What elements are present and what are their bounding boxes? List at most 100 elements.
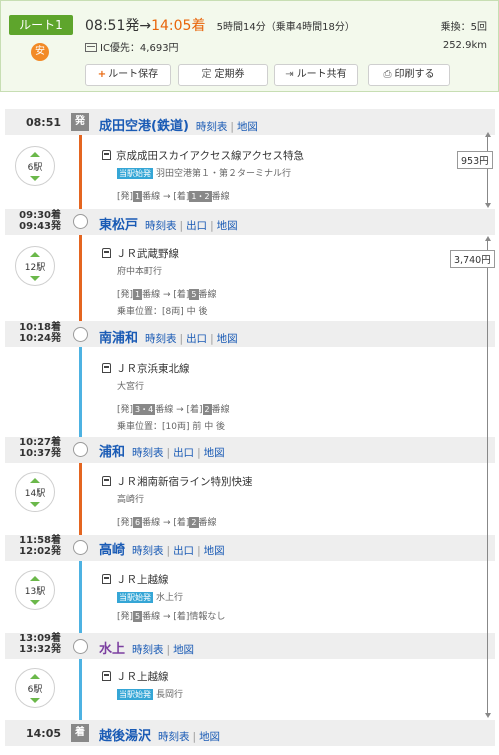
station-time: 11:58着 12:02発 <box>5 535 61 557</box>
arrival-time: 11:58着 <box>19 535 61 546</box>
train-line-label: ＪＲ上越線 <box>116 574 169 586</box>
print-button[interactable]: ⎙ 印刷する <box>368 64 450 86</box>
fare-range-line <box>487 240 488 714</box>
train-line-label: 京成成田スカイアクセス線アクセス特急 <box>116 150 304 162</box>
exit-link[interactable]: 出口 <box>173 447 194 459</box>
dep-track: 5 <box>133 611 143 622</box>
arrival-time: 09:30着 <box>19 210 61 221</box>
arrival-time: 13:09着 <box>19 633 61 644</box>
stop-count-toggle[interactable]: 14駅 <box>15 472 55 512</box>
departure-time: 09:43発 <box>19 221 61 232</box>
segment-details: 京成成田スカイアクセス線アクセス特急 当駅始発 羽田空港第１・第２ターミナル行 [… <box>102 148 304 202</box>
station-name-link[interactable]: 浦和 <box>99 445 125 460</box>
arrow-icon: → <box>139 18 152 34</box>
line-segment-shonan-shinjuku <box>79 449 82 547</box>
departure-time: 10:37発 <box>19 448 61 459</box>
map-link[interactable]: 地図 <box>237 121 258 133</box>
train-line-name: ＪＲ上越線 <box>102 572 225 587</box>
map-link[interactable]: 地図 <box>217 220 238 232</box>
share-route-label: ルート共有 <box>296 69 347 80</box>
timetable-link[interactable]: 時刻表 <box>132 644 164 656</box>
track-mid: 番線 → [着] <box>142 192 190 202</box>
origin-badge: 当駅始発 <box>117 592 153 603</box>
map-link[interactable]: 地図 <box>173 644 194 656</box>
exit-link[interactable]: 出口 <box>186 220 207 232</box>
link-separator: | <box>197 447 201 459</box>
station-time: 13:09着 13:32発 <box>5 633 61 655</box>
boarding-position: 乗車位置：[10両] 前 中 後 <box>117 422 226 432</box>
timetable-link[interactable]: 時刻表 <box>132 545 164 557</box>
segment-details: ＪＲ上越線 当駅始発 水上行 [発] 5 番線 → [着]情報なし <box>102 572 225 622</box>
dep-track: 1 <box>133 289 143 300</box>
fare-range-line <box>487 136 488 204</box>
timetable-link[interactable]: 時刻表 <box>132 447 164 459</box>
destination-label: 長岡行 <box>156 690 184 700</box>
stop-count-toggle[interactable]: 6駅 <box>15 668 55 708</box>
link-separator: | <box>210 220 214 232</box>
station-name: 南浦和 時刻表 | 出口 | 地図 <box>99 327 238 346</box>
dep-label: [発] <box>117 518 134 528</box>
station-name: 成田空港(鉄道) 時刻表 | 地図 <box>99 115 258 134</box>
timetable-link[interactable]: 時刻表 <box>145 333 177 345</box>
track-info: [発] 1 番線 → [着] 5 番線 <box>102 287 217 300</box>
plus-icon: + <box>97 69 107 80</box>
train-icon <box>102 248 111 258</box>
station-name-link[interactable]: 東松戸 <box>99 218 138 233</box>
arr-track: 5 <box>189 289 199 300</box>
station-name-link[interactable]: 成田空港(鉄道) <box>99 119 189 134</box>
segment-details: ＪＲ湘南新宿ライン特別快速 高崎行 [発] 6 番線 → [着] 2 番線 <box>102 474 253 528</box>
fare-range-end-icon <box>485 203 491 208</box>
exit-link[interactable]: 出口 <box>186 333 207 345</box>
stop-count-toggle[interactable]: 6駅 <box>15 146 55 186</box>
save-route-button[interactable]: + ルート保存 <box>85 64 171 86</box>
station-name-link[interactable]: 高崎 <box>99 543 125 558</box>
link-separator: | <box>166 644 171 656</box>
station-circle <box>73 327 88 342</box>
route-easy-icon: 安 <box>31 43 49 61</box>
fare-amount: 953円 <box>457 151 493 169</box>
train-destination: 当駅始発 長岡行 <box>102 687 183 700</box>
boarding-position: 乗車位置：[8両] 中 後 <box>117 307 208 317</box>
fare-range-start-icon <box>485 132 491 137</box>
station-time: 14:05 <box>25 727 61 740</box>
transfer-count: 乗換：5回 <box>440 22 487 33</box>
share-route-button[interactable]: ⇥ ルート共有 <box>274 64 358 86</box>
station-circle <box>73 639 88 654</box>
segment-details: ＪＲ京浜東北線 大宮行 [発] 3・4 番線 → [着] 2 番線 乗車位置：[10両]… <box>102 361 230 432</box>
track-mid: 番線 → [着] <box>142 290 190 300</box>
timetable-link[interactable]: 時刻表 <box>158 731 190 743</box>
station-name-link[interactable]: 越後湯沢 <box>99 729 151 744</box>
map-link[interactable]: 地図 <box>199 731 220 743</box>
chevron-down-icon <box>30 176 40 181</box>
station-name: 東松戸 時刻表 | 出口 | 地図 <box>99 214 238 233</box>
train-line-name: ＪＲ上越線 <box>102 669 183 684</box>
station-name-link[interactable]: 南浦和 <box>99 331 138 346</box>
map-link[interactable]: 地図 <box>204 545 225 557</box>
map-link[interactable]: 地図 <box>204 447 225 459</box>
train-icon <box>102 363 111 373</box>
chevron-down-icon <box>30 502 40 507</box>
stop-count-toggle[interactable]: 12駅 <box>15 246 55 286</box>
departure-time: 12:02発 <box>19 546 61 557</box>
fare-info: IC優先：4,693円 <box>85 39 179 54</box>
chevron-up-icon <box>30 152 40 157</box>
arr-track: 2 <box>189 517 199 528</box>
fare-text: IC優先：4,693円 <box>100 43 179 54</box>
dep-label: [発] <box>117 192 134 202</box>
station-time: 10:18着 10:24発 <box>5 322 61 344</box>
commuter-pass-button[interactable]: 定定期券 <box>178 64 268 86</box>
map-link[interactable]: 地図 <box>217 333 238 345</box>
station-name-link[interactable]: 水上 <box>99 642 125 657</box>
line-segment-keihin-tohoku <box>79 333 82 449</box>
segment-details: ＪＲ上越線 当駅始発 長岡行 <box>102 669 183 700</box>
timetable-link[interactable]: 時刻表 <box>196 121 228 133</box>
departure-time: 13:32発 <box>19 644 61 655</box>
station-circle <box>73 540 88 555</box>
stop-count-toggle[interactable]: 13駅 <box>15 570 55 610</box>
station-time: 10:27着 10:37発 <box>5 437 61 459</box>
route-summary-header: ルート1 安 08:51発→14:05着 5時間14分（乗車4時間18分） IC… <box>0 0 499 92</box>
departure-mark: 発 <box>71 113 89 131</box>
train-line-name: 京成成田スカイアクセス線アクセス特急 <box>102 148 304 163</box>
timetable-link[interactable]: 時刻表 <box>145 220 177 232</box>
exit-link[interactable]: 出口 <box>173 545 194 557</box>
